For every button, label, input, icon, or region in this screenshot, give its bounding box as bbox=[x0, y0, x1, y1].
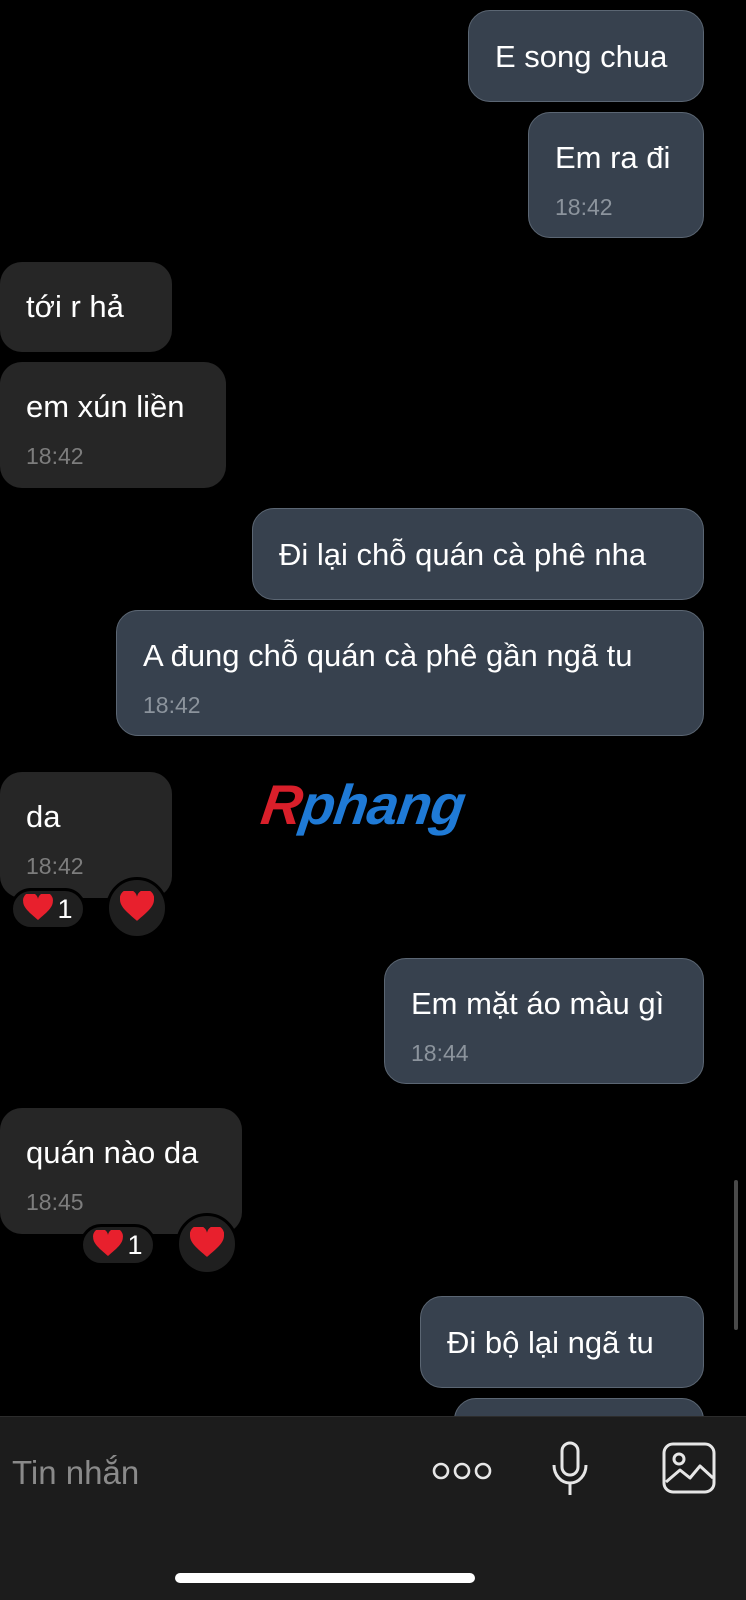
message-text: Đi lại chỗ quán cà phê nha bbox=[279, 537, 647, 572]
voice-message-button[interactable] bbox=[548, 1441, 592, 1501]
message-time: 18:45 bbox=[26, 1189, 84, 1215]
message-composer bbox=[0, 1416, 746, 1600]
message-bubble-outgoing[interactable] bbox=[454, 1398, 704, 1416]
message-text: Đi bộ lại ngã tu bbox=[447, 1325, 654, 1360]
message-bubble-incoming[interactable]: em xún liền 18:42 bbox=[0, 362, 226, 488]
message-bubble-outgoing[interactable]: Em mặt áo màu gì 18:44 bbox=[384, 958, 704, 1084]
message-time: 18:42 bbox=[26, 853, 84, 879]
message-text: quán nào da bbox=[26, 1135, 199, 1170]
message-bubble-outgoing[interactable]: A đung chỗ quán cà phê gần ngã tu 18:42 bbox=[116, 610, 704, 736]
message-bubble-outgoing[interactable]: Em ra đi 18:42 bbox=[528, 112, 704, 238]
message-input[interactable] bbox=[12, 1447, 412, 1499]
more-options-button[interactable] bbox=[430, 1451, 494, 1495]
message-bubble-outgoing[interactable]: Đi bộ lại ngã tu bbox=[420, 1296, 704, 1388]
reaction-count: 1 bbox=[127, 1229, 143, 1260]
photo-gallery-icon bbox=[662, 1442, 716, 1499]
home-indicator[interactable] bbox=[175, 1573, 475, 1583]
microphone-icon bbox=[551, 1441, 589, 1502]
message-time: 18:44 bbox=[411, 1040, 469, 1066]
message-bubble-outgoing[interactable]: E song chua bbox=[468, 10, 704, 102]
more-dots-icon bbox=[432, 1461, 492, 1486]
message-bubble-outgoing[interactable]: Đi lại chỗ quán cà phê nha bbox=[252, 508, 704, 600]
reaction-count: 1 bbox=[57, 893, 73, 924]
add-reaction-button[interactable] bbox=[176, 1213, 238, 1275]
message-text: tới r hả bbox=[26, 289, 124, 324]
message-time: 18:42 bbox=[143, 692, 201, 718]
message-text: da bbox=[26, 799, 61, 834]
message-text: Em ra đi bbox=[555, 140, 671, 175]
message-text: Em mặt áo màu gì bbox=[411, 986, 665, 1021]
heart-icon bbox=[189, 1225, 225, 1262]
message-time: 18:42 bbox=[26, 443, 84, 469]
scrollbar[interactable] bbox=[734, 1180, 738, 1330]
watermark-logo: Rphang bbox=[257, 773, 469, 836]
message-time: 18:42 bbox=[555, 194, 613, 220]
add-reaction-button[interactable] bbox=[106, 877, 168, 939]
heart-icon bbox=[23, 892, 54, 925]
attach-photo-button[interactable] bbox=[660, 1441, 718, 1499]
message-text: A đung chỗ quán cà phê gần ngã tu bbox=[143, 638, 633, 673]
message-bubble-incoming[interactable]: tới r hả bbox=[0, 262, 172, 352]
message-text: em xún liền bbox=[26, 389, 185, 424]
message-text: E song chua bbox=[495, 39, 668, 74]
heart-icon bbox=[119, 889, 155, 926]
chat-thread[interactable]: E song chua Em ra đi 18:42 tới r hả em x… bbox=[0, 0, 746, 1416]
reaction-badge[interactable]: 1 bbox=[10, 888, 86, 930]
reaction-badge[interactable]: 1 bbox=[80, 1224, 156, 1266]
heart-icon bbox=[93, 1228, 124, 1261]
